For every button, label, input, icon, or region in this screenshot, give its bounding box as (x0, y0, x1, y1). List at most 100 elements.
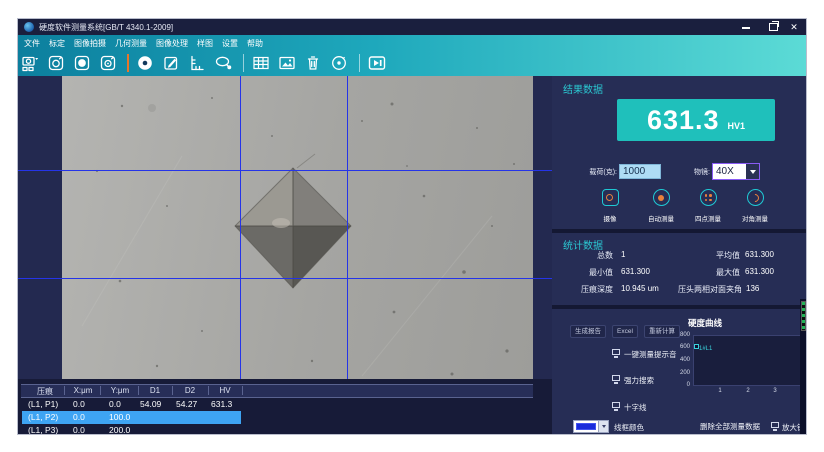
cell-indent: (L1, P2) (28, 412, 59, 422)
camera-action-icon (601, 189, 619, 206)
close-button[interactable]: ✕ (786, 21, 802, 33)
record-icon[interactable] (330, 54, 348, 72)
microscope-image[interactable] (62, 76, 533, 379)
load-input[interactable] (619, 164, 661, 179)
min-label: 最小值 (589, 268, 613, 277)
data-table-icon[interactable] (252, 54, 270, 72)
crosshair-horizontal-line (18, 170, 558, 171)
y-axis-tick: 800 (679, 332, 690, 338)
search-checkbox-label[interactable]: 强力搜索 (624, 375, 654, 386)
col-header-d1: D1 (149, 386, 161, 395)
menu-file[interactable]: 文件 (24, 38, 40, 49)
edit-annotation-icon[interactable] (162, 54, 180, 72)
camera-button[interactable]: 摄像 (586, 189, 634, 223)
cell-hv: 631.3 (211, 399, 233, 409)
menu-geometry-measure[interactable]: 几何测量 (115, 38, 147, 49)
depth-label: 压痕深度 (581, 285, 613, 294)
minimize-button[interactable] (738, 21, 754, 33)
search-checkbox-icon[interactable] (612, 375, 620, 381)
y-axis-tick: 200 (679, 370, 690, 376)
four-point-measure-button[interactable]: 四点测量 (684, 189, 732, 223)
restore-icon (769, 23, 778, 31)
capture-config-icon[interactable] (21, 54, 39, 72)
menu-bar: 文件 标定 图像拍摄 几何测量 图像处理 样图 设置 帮助 (24, 36, 263, 50)
line-color-label: 线框颜色 (614, 423, 644, 432)
crosshair-vertical-line (240, 76, 241, 379)
average-value: 631.300 (745, 250, 774, 259)
col-header-d2: D2 (184, 386, 196, 395)
cell-x: 0.0 (73, 412, 85, 422)
x-axis-tick: 3 (773, 388, 777, 394)
auto-measure-button[interactable]: 自动测量 (637, 189, 685, 223)
menu-help[interactable]: 帮助 (247, 38, 263, 49)
lasso-icon[interactable] (214, 54, 232, 72)
column-divider (208, 386, 209, 395)
hardness-unit: HV1 (727, 121, 746, 131)
title-bar: 硬度软件测量系统[GB/T 4340.1-2009] ✕ (18, 19, 806, 35)
diagonal-measure-label: 对角测量 (742, 216, 768, 223)
diagonal-measure-button[interactable]: 对角测量 (731, 189, 779, 223)
toolbar-separator (127, 54, 129, 72)
beep-checkbox-icon[interactable] (612, 349, 620, 355)
y-axis-tick: 600 (679, 344, 690, 350)
auto-measure-label: 自动测量 (648, 216, 674, 223)
column-divider (100, 386, 101, 395)
camera-capture-icon[interactable] (47, 54, 65, 72)
caliper-icon[interactable] (188, 54, 206, 72)
cell-x: 0.0 (73, 425, 85, 435)
y-axis-tick: 400 (679, 357, 690, 363)
crosshair-checkbox-icon[interactable] (612, 402, 620, 408)
magnifier-checkbox-icon[interactable] (771, 422, 779, 428)
panel-scrollbar[interactable] (800, 299, 806, 434)
menu-sample-image[interactable]: 样图 (197, 38, 213, 49)
app-logo-icon (24, 22, 34, 32)
four-point-icon (699, 189, 717, 206)
line-color-select[interactable] (573, 420, 609, 433)
generate-report-button[interactable]: 生成报告 (570, 325, 606, 338)
data-point-label: 1#L1 (699, 346, 713, 352)
x-axis-tick: 2 (746, 388, 750, 394)
camera-button-label: 摄像 (603, 216, 617, 223)
camera-live-icon[interactable] (99, 54, 117, 72)
hardness-curve-plot (693, 335, 803, 386)
camera-filled-icon[interactable] (73, 54, 91, 72)
total-label: 总数 (597, 251, 613, 260)
col-header-hv: HV (219, 386, 231, 395)
toolbar-separator (359, 54, 360, 72)
table-row[interactable]: (L1, P3) 0.0 200.0 (21, 424, 533, 435)
menu-calibration[interactable]: 标定 (49, 38, 65, 49)
window-title: 硬度软件测量系统[GB/T 4340.1-2009] (39, 23, 174, 32)
cell-d2: 54.27 (176, 399, 198, 409)
cell-x: 0.0 (73, 399, 85, 409)
menu-settings[interactable]: 设置 (222, 38, 238, 49)
scrollbar-thumb[interactable] (801, 301, 806, 331)
run-icon[interactable] (368, 54, 386, 72)
four-point-label: 四点测量 (695, 216, 721, 223)
objective-select[interactable]: 40X (712, 163, 760, 180)
measure-point-icon[interactable] (136, 54, 154, 72)
dropdown-arrow-icon[interactable] (598, 421, 608, 432)
dropdown-arrow-icon[interactable] (746, 164, 759, 179)
objective-value: 40X (713, 164, 746, 179)
crosshair-checkbox-label[interactable]: 十字线 (624, 402, 647, 413)
app-window: 硬度软件测量系统[GB/T 4340.1-2009] ✕ 文件 标定 图像拍摄 … (17, 18, 807, 435)
load-label: 载荷(克): (589, 169, 617, 176)
col-header-indent: 压痕 (37, 387, 53, 396)
maximize-button[interactable] (764, 21, 780, 33)
hardness-value: 631.3 (646, 105, 720, 135)
excel-export-button[interactable]: Excel (612, 325, 638, 338)
menu-image-processing[interactable]: 图像处理 (156, 38, 188, 49)
line-color-swatch (576, 423, 596, 430)
column-divider (138, 386, 139, 395)
delete-all-data-button[interactable]: 删除全部测量数据 (700, 421, 760, 432)
menu-image-capture[interactable]: 图像拍摄 (74, 38, 106, 49)
delete-icon[interactable] (304, 54, 322, 72)
minimize-icon (742, 27, 750, 29)
indenter-angle-value: 136 (746, 284, 760, 293)
table-row-selected[interactable]: (L1, P2) 0.0 100.0 (21, 411, 533, 424)
image-icon[interactable] (278, 54, 296, 72)
auto-measure-icon (652, 189, 670, 206)
total-value: 1 (621, 250, 626, 259)
table-row[interactable]: (L1, P1) 0.0 0.0 54.09 54.27 631.3 (21, 398, 533, 411)
hardness-curve-title: 硬度曲线 (688, 318, 723, 328)
